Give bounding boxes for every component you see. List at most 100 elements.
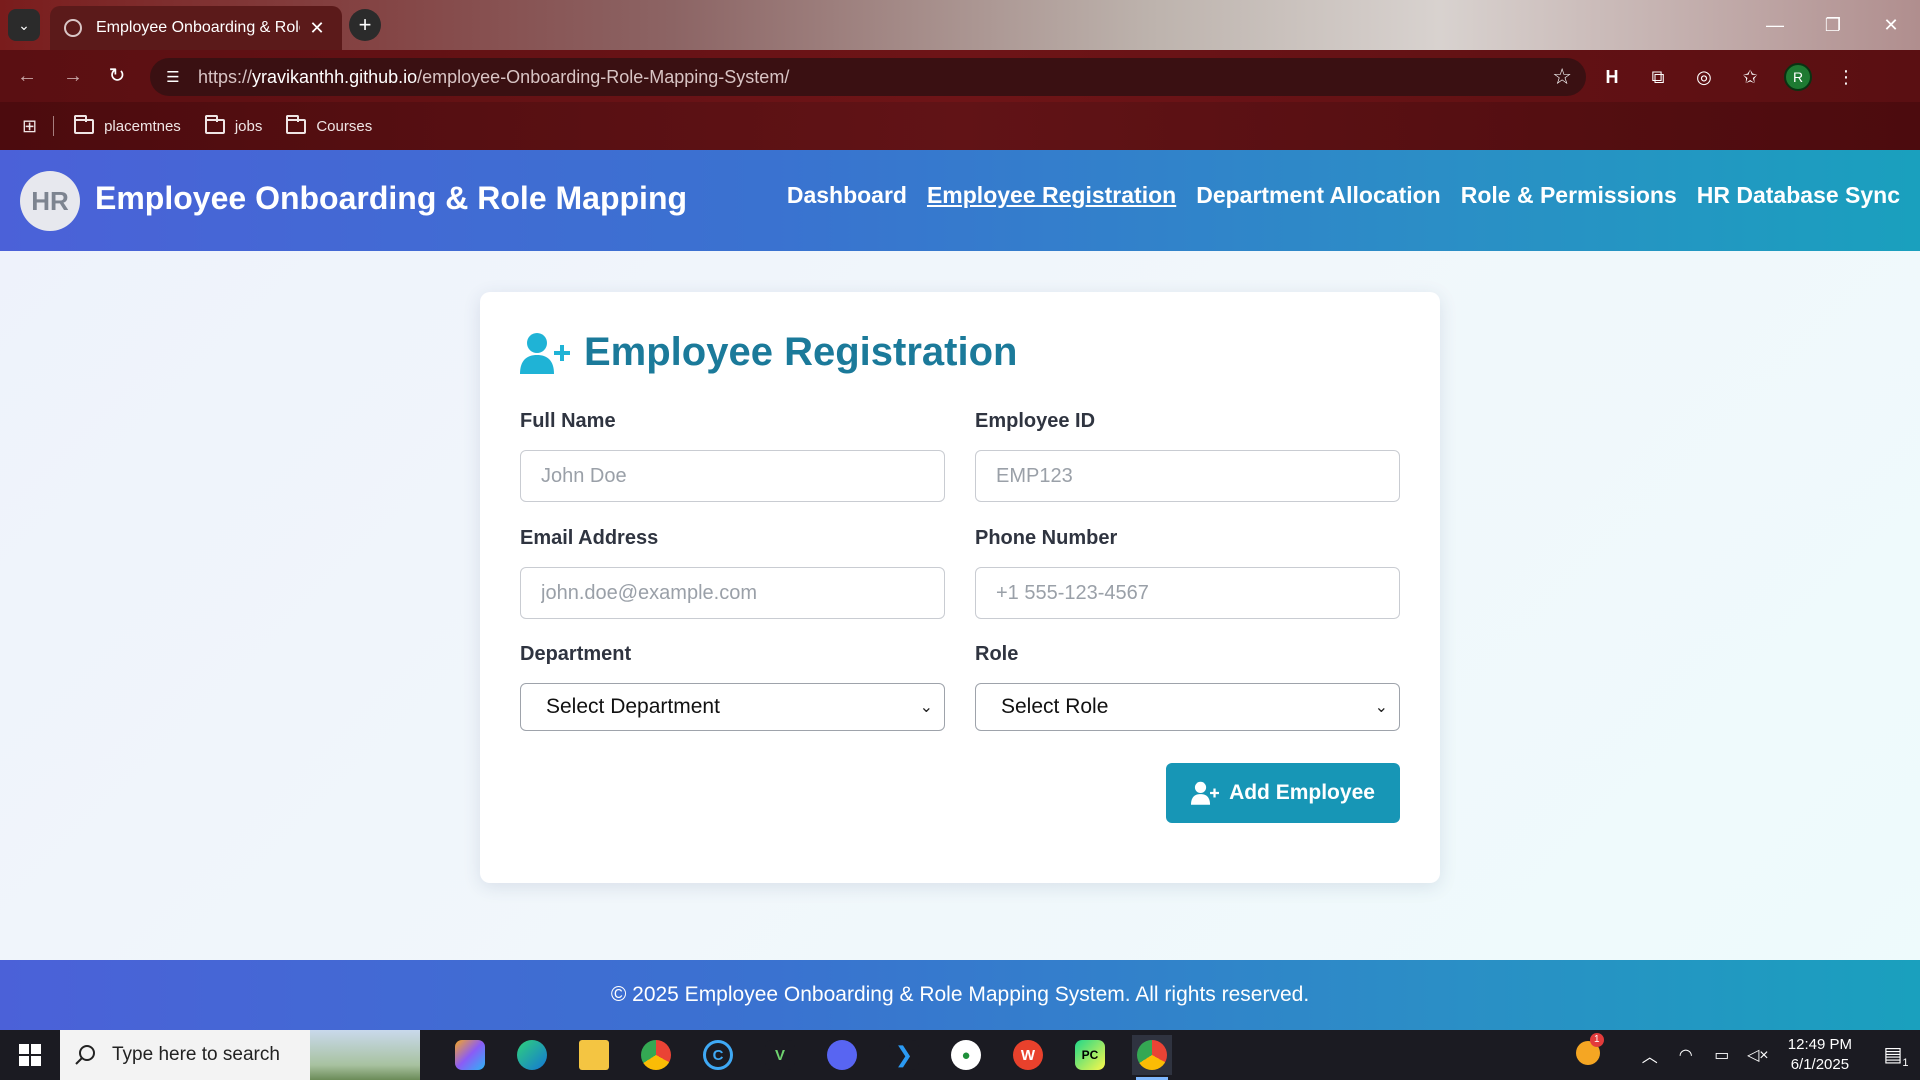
nav-role-permissions[interactable]: Role & Permissions [1461, 182, 1677, 209]
chevron-up-icon[interactable]: ︿ [1636, 1043, 1664, 1067]
nav-hr-database-sync[interactable]: HR Database Sync [1697, 182, 1900, 209]
role-selected: Select Role [1001, 695, 1109, 718]
divider [53, 116, 55, 136]
registration-card: Employee Registration Full Name Employee… [480, 292, 1440, 883]
pycharm-app-icon[interactable]: PC [1070, 1035, 1110, 1075]
page-body: HR Employee Onboarding & Role Mapping Da… [0, 150, 1920, 1030]
search-icon [75, 1045, 95, 1065]
bookmark-courses[interactable]: Courses [286, 114, 372, 135]
battery-icon[interactable]: ▭ [1708, 1045, 1736, 1065]
bookmark-star-icon[interactable]: ☆ [1552, 64, 1572, 90]
browser-toolbar: ← → ↻ ☰ https://yravikanthh.github.io/em… [0, 50, 1920, 102]
nav-department-allocation[interactable]: Department Allocation [1196, 182, 1441, 209]
folder-icon [286, 114, 307, 134]
department-group: Department Select Department ⌄ [520, 643, 945, 731]
discord-app-icon[interactable] [822, 1035, 862, 1075]
extensions-puzzle-icon[interactable]: ⧉ [1646, 65, 1670, 89]
apps-grid-icon[interactable]: ⊞ [22, 116, 37, 137]
phone-group: Phone Number [975, 527, 1400, 619]
folder-icon [204, 114, 225, 134]
copilot-app-icon[interactable] [450, 1035, 490, 1075]
system-clock[interactable]: 12:49 PM 6/1/2025 [1788, 1035, 1852, 1075]
c-app-icon[interactable]: C [698, 1035, 738, 1075]
new-tab-button[interactable]: + [349, 9, 381, 41]
vscode-app-icon[interactable]: ❯ [884, 1035, 924, 1075]
search-highlight-image [310, 1030, 420, 1080]
file-explorer-icon[interactable] [574, 1035, 614, 1075]
email-group: Email Address [520, 527, 945, 619]
screenshot-icon[interactable]: ◎ [1692, 65, 1716, 89]
visual-studio-icon[interactable]: V [760, 1035, 800, 1075]
department-selected: Select Department [546, 695, 720, 718]
chrome-app-icon[interactable] [636, 1035, 676, 1075]
full-name-input[interactable] [520, 450, 945, 502]
department-select[interactable]: Select Department ⌄ [520, 683, 945, 731]
tab-search-button[interactable]: ⌄ [8, 9, 40, 41]
weather-icon[interactable]: 1 [1574, 1032, 1604, 1070]
clock-time: 12:49 PM [1787, 1036, 1852, 1053]
globe-icon [64, 19, 82, 37]
nav-dashboard[interactable]: Dashboard [787, 182, 907, 209]
full-name-label: Full Name [520, 410, 616, 432]
employee-id-label: Employee ID [975, 410, 1096, 432]
site-settings-icon[interactable]: ☰ [162, 68, 184, 86]
back-arrow-icon[interactable]: ← [14, 63, 40, 89]
weather-badge: 1 [1589, 1032, 1604, 1047]
address-bar[interactable]: ☰ https://yravikanthh.github.io/employee… [150, 58, 1586, 96]
search-placeholder: Type here to search [112, 1044, 280, 1065]
form-heading-text: Employee Registration [584, 330, 1018, 374]
more-menu-icon[interactable]: ⋮ [1834, 65, 1858, 89]
role-select[interactable]: Select Role ⌄ [975, 683, 1400, 731]
pinned-apps: C V ❯ ● W PC [450, 1035, 1172, 1080]
page-footer: © 2025 Employee Onboarding & Role Mappin… [0, 960, 1920, 1030]
folder-icon [74, 114, 95, 134]
browser-tab-strip: ⌄ Employee Onboarding & Role Mapping ✕ +… [0, 0, 1920, 50]
app-header: HR Employee Onboarding & Role Mapping Da… [0, 150, 1920, 251]
wps-office-icon[interactable]: W [1008, 1035, 1048, 1075]
full-name-group: Full Name [520, 410, 945, 502]
edge-app-icon[interactable] [512, 1035, 552, 1075]
url-text: https://yravikanthh.github.io/employee-O… [198, 66, 790, 87]
footer-text: © 2025 Employee Onboarding & Role Mappin… [610, 983, 1310, 1006]
nav-employee-registration[interactable]: Employee Registration [927, 182, 1176, 209]
app-title: Employee Onboarding & Role Mapping [95, 180, 688, 216]
bookmark-placemtnes[interactable]: placemtnes [74, 114, 181, 135]
close-window-icon[interactable]: ✕ [1862, 0, 1920, 50]
favorites-icon[interactable]: ✩ [1738, 65, 1762, 89]
restore-icon[interactable]: ❐ [1804, 0, 1862, 50]
bookmarks-bar: ⊞ placemtnes jobs Courses [0, 102, 1920, 150]
phone-input[interactable] [975, 567, 1400, 619]
taskbar-search[interactable]: Type here to search [60, 1030, 420, 1080]
windows-logo-icon [19, 1044, 41, 1066]
start-button[interactable] [0, 1030, 60, 1080]
user-plus-icon [520, 332, 570, 374]
bookmark-jobs[interactable]: jobs [204, 114, 262, 135]
main-nav: Dashboard Employee Registration Departme… [787, 182, 1900, 209]
extension-h-icon[interactable]: H [1600, 65, 1624, 89]
extension-icons: H ⧉ ◎ ✩ R ⋮ [1600, 58, 1858, 96]
role-group: Role Select Role ⌄ [975, 643, 1400, 731]
close-tab-icon[interactable]: ✕ [306, 18, 328, 39]
hr-logo: HR [20, 171, 80, 231]
chrome-profile-app-icon[interactable] [1132, 1035, 1172, 1080]
employee-id-input[interactable] [975, 450, 1400, 502]
wifi-icon[interactable]: ◠ [1672, 1045, 1700, 1065]
clock-date: 6/1/2025 [1790, 1056, 1850, 1073]
role-label: Role [975, 643, 1019, 665]
form-heading: Employee Registration [520, 330, 1017, 375]
profile-avatar[interactable]: R [1784, 63, 1812, 91]
add-employee-button[interactable]: Add Employee [1166, 763, 1400, 823]
chevron-down-icon: ⌄ [919, 699, 933, 716]
chevron-down-icon: ⌄ [18, 16, 30, 33]
reload-icon[interactable]: ↻ [104, 63, 130, 89]
email-label: Email Address [520, 527, 659, 549]
notification-icon[interactable]: ▤1 [1872, 1042, 1920, 1069]
browser-tab-active[interactable]: Employee Onboarding & Role Mapping ✕ [50, 6, 342, 50]
forward-arrow-icon[interactable]: → [60, 63, 86, 89]
window-controls: — ❐ ✕ [1746, 0, 1920, 50]
employee-id-group: Employee ID [975, 410, 1400, 502]
mongodb-app-icon[interactable]: ● [946, 1035, 986, 1075]
email-input[interactable] [520, 567, 945, 619]
minimize-icon[interactable]: — [1746, 0, 1804, 50]
volume-muted-icon[interactable]: ◁× [1744, 1045, 1772, 1065]
